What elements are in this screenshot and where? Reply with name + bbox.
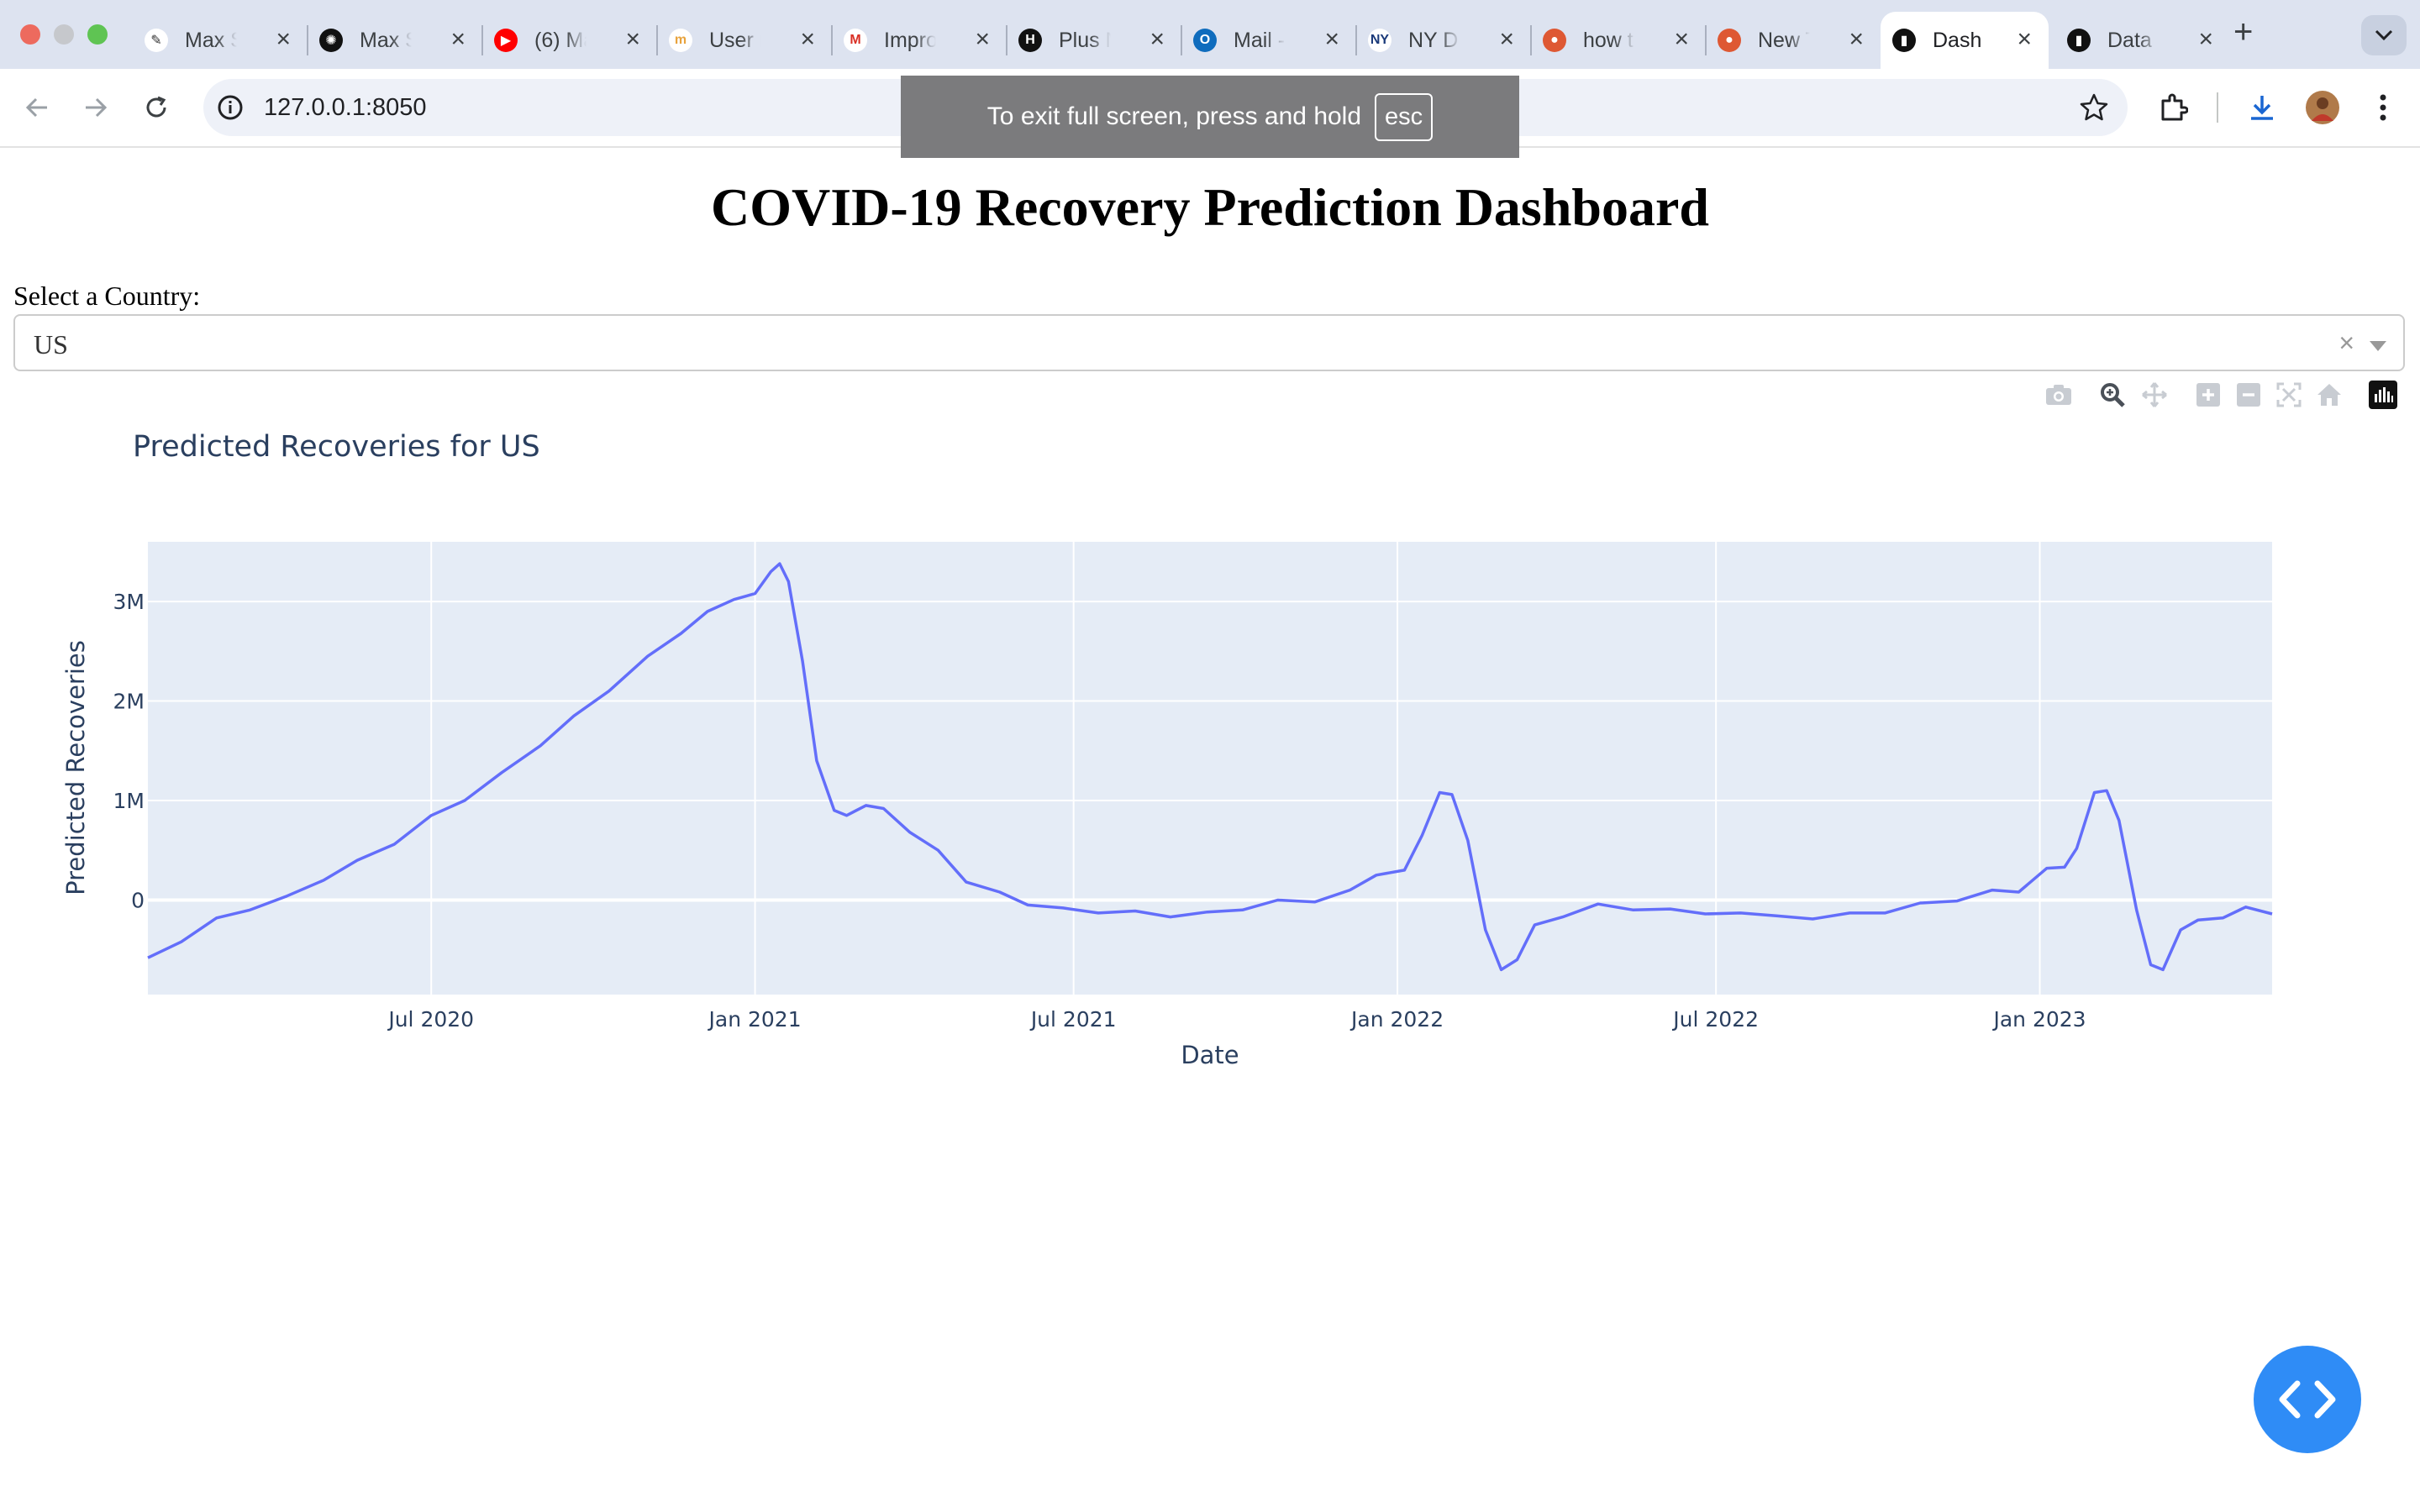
x-tick-label: Jul 2022: [1671, 1007, 1759, 1032]
plot-area: [148, 542, 2272, 995]
y-tick-label: 0: [131, 888, 145, 912]
y-axis-label: Predicted Recoveries: [61, 640, 90, 895]
x-tick-label: Jul 2020: [387, 1007, 474, 1032]
x-tick-label: Jul 2021: [1029, 1007, 1117, 1032]
y-tick-label: 2M: [113, 690, 145, 714]
x-tick-label: Jan 2022: [1349, 1007, 1444, 1032]
y-tick-label: 3M: [113, 590, 145, 614]
x-tick-label: Jan 2021: [708, 1007, 802, 1032]
code-brackets-icon: [2279, 1380, 2336, 1419]
x-axis-label: Date: [1181, 1041, 1239, 1069]
recoveries-chart[interactable]: Jul 2020 Jan 2021 Jul 2021 Jan 2022 Jul 2022…: [0, 0, 2420, 1117]
x-tick-label: Jan 2023: [1991, 1007, 2086, 1032]
dash-devtools-button[interactable]: [2254, 1346, 2361, 1453]
y-tick-label: 1M: [113, 789, 145, 813]
